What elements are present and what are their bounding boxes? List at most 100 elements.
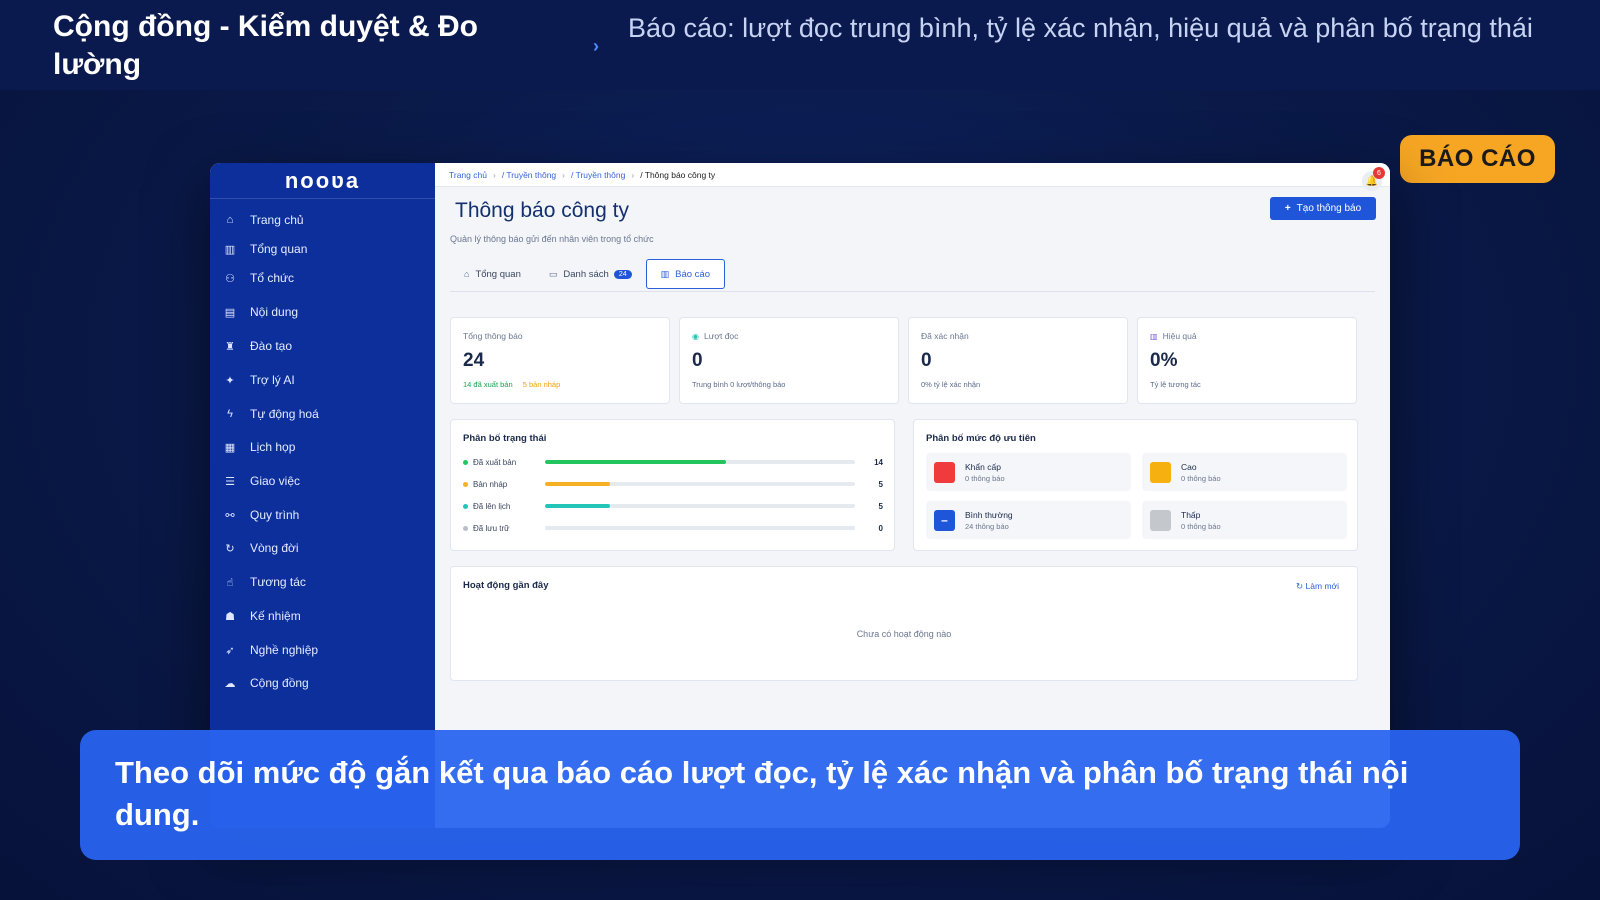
priority-card: Khẩn cấp 0 thông báo: [926, 453, 1131, 491]
home-icon: ⌂: [464, 269, 470, 279]
sidebar-item-label: Tự động hoá: [250, 407, 319, 421]
recent-activity-panel: Hoạt động gần đây ↻ Làm mới Chưa có hoạt…: [450, 566, 1358, 681]
stat-card-effectiveness: ▥ Hiệu quả 0% Tỷ lệ tương tác: [1137, 317, 1357, 404]
stat-note: 0% tỷ lệ xác nhận: [921, 380, 981, 389]
org-icon: ⚇: [225, 272, 235, 285]
priority-count: 24 thông báo: [965, 521, 1009, 531]
sidebar-item[interactable]: ϟ Tự động hoá: [222, 403, 319, 425]
sidebar-item-label: Trang chủ: [250, 213, 304, 227]
stat-value: 24: [463, 350, 485, 371]
chart-icon: ▥: [224, 243, 236, 256]
stat-value: 0%: [1150, 350, 1178, 371]
sidebar-item-label: Lịch họp: [250, 440, 296, 454]
priority-card: – Bình thường 24 thông báo: [926, 501, 1131, 539]
calendar-icon: ▦: [224, 441, 236, 454]
users-icon: ☗: [225, 610, 235, 623]
sidebar-item[interactable]: ↻ Vòng đời: [222, 537, 299, 559]
sidebar-item[interactable]: ♜ Đào tạo: [222, 335, 292, 357]
banner-subtitle: Báo cáo: lượt đọc trung bình, tỷ lệ xác …: [628, 13, 1533, 43]
rocket-icon: ➶: [225, 644, 235, 657]
tabs-divider: [450, 291, 1375, 292]
status-bar-track: [545, 526, 855, 530]
status-dot: [463, 525, 468, 531]
logo[interactable]: nooʋa: [210, 163, 435, 199]
status-dot: [463, 459, 468, 465]
tab-label: Tổng quan: [475, 268, 521, 280]
create-button-label: Tạo thông báo: [1296, 203, 1362, 214]
stat-card-total: Tổng thông báo 24 14 đã xuất bản 5 bản n…: [450, 317, 670, 404]
eye-icon: ◉: [692, 331, 699, 341]
bell-icon[interactable]: 🔔 6: [1362, 167, 1385, 191]
priority-name: Cao: [1181, 461, 1197, 472]
sidebar-item-label: Kế nhiệm: [250, 609, 301, 623]
main-content: Trang chủ › / Truyền thông › / Truyền th…: [435, 163, 1390, 828]
tab-list[interactable]: ▭ Danh sách 24: [535, 259, 646, 289]
sidebar-item-label: Quy trình: [250, 508, 300, 522]
status-bar-fill: [545, 482, 610, 486]
chevron-right-icon: ›: [593, 36, 599, 56]
sidebar-item[interactable]: ☁ Cộng đồng: [222, 672, 309, 694]
chart-icon: ▥: [1150, 331, 1158, 341]
refresh-icon: ↻: [1296, 581, 1304, 591]
sidebar-item[interactable]: ➶ Nghề nghiệp: [222, 639, 318, 661]
sidebar-item[interactable]: ☗ Kế nhiệm: [222, 605, 301, 627]
sidebar-item[interactable]: ▥ Tổng quan: [222, 238, 308, 260]
stat-label-text: Tổng thông báo: [463, 331, 523, 341]
breadcrumb-item-communications-sub[interactable]: / Truyền thông: [571, 170, 625, 180]
priority-swatch: [1150, 509, 1171, 531]
top-banner: Cộng đồng - Kiểm duyệt & Đo lường › Báo …: [0, 0, 1600, 90]
sidebar-item[interactable]: ☰ Giao việc: [222, 470, 300, 492]
stat-label: ◉ Lượt đọc: [692, 331, 886, 341]
sidebar-item[interactable]: ☝ Tương tác: [222, 571, 306, 593]
sidebar: nooʋa ⌂ Trang chủ ▥ Tổng quan ⚇ Tổ chức ▤ Nội d…: [210, 163, 435, 828]
sidebar-item[interactable]: ⌂ Trang chủ: [222, 209, 304, 231]
priority-swatch: [1150, 461, 1171, 483]
status-count: 0: [878, 523, 883, 533]
status-name: Bản nháp: [473, 479, 508, 489]
priority-count: 0 thông báo: [965, 473, 1005, 483]
status-name: Đã lưu trữ: [473, 523, 510, 533]
plus-icon: +: [1284, 203, 1291, 214]
sidebar-item[interactable]: ▤ Nội dung: [222, 301, 298, 323]
priority-name: Bình thường: [965, 509, 1013, 520]
create-announcement-button[interactable]: + Tạo thông báo: [1270, 197, 1376, 220]
priority-text: Khẩn cấp 0 thông báo: [965, 462, 1005, 483]
status-row: Đã xuất bản 14: [463, 456, 883, 468]
tab-bar: ⌂ Tổng quan ▭ Danh sách 24 ▥ Báo cáo: [450, 259, 725, 289]
stat-note: 14 đã xuất bản 5 bản nháp: [463, 380, 657, 389]
stat-card-confirmed: Đã xác nhận 0 0% tỷ lệ xác nhận: [908, 317, 1128, 404]
stat-label: Đã xác nhận: [921, 331, 1115, 341]
sparkle-icon: ✦: [225, 374, 235, 387]
sidebar-item[interactable]: ⚇ Tổ chức: [222, 267, 294, 289]
stat-value: 0: [692, 350, 703, 371]
status-count: 5: [878, 501, 883, 511]
sidebar-item[interactable]: ▦ Lịch họp: [222, 436, 296, 458]
sidebar-item[interactable]: ✦ Trợ lý AI: [222, 369, 294, 391]
sidebar-item[interactable]: ⚯ Quy trình: [222, 504, 299, 526]
status-name: Đã xuất bản: [473, 457, 517, 467]
status-name: Đã lên lịch: [473, 501, 511, 511]
sidebar-item-label: Tổng quan: [250, 242, 308, 256]
tab-label: Danh sách: [563, 268, 609, 280]
cycle-icon: ↻: [225, 542, 235, 555]
tab-report[interactable]: ▥ Báo cáo: [645, 259, 725, 289]
breadcrumb-item-communications[interactable]: / Truyền thông: [502, 170, 556, 180]
stat-label-text: Hiệu quả: [1162, 331, 1197, 341]
status-row: Đã lưu trữ 0: [463, 522, 883, 534]
refresh-button[interactable]: ↻ Làm mới: [1296, 581, 1339, 592]
graduation-icon: ♜: [225, 340, 235, 353]
report-badge: BÁO CÁO: [1400, 135, 1555, 183]
tab-overview[interactable]: ⌂ Tổng quan: [450, 259, 535, 289]
sidebar-item-label: Cộng đồng: [250, 676, 309, 690]
tab-label: Báo cáo: [675, 268, 710, 280]
sidebar-item-label: Vòng đời: [250, 541, 299, 555]
book-icon: ▤: [224, 306, 236, 319]
status-row: Đã lên lịch 5: [463, 500, 883, 512]
priority-text: Bình thường 24 thông báo: [965, 510, 1013, 531]
page-title: Thông báo công ty: [455, 199, 629, 222]
stat-label-text: Lượt đọc: [703, 331, 739, 341]
breadcrumb-item-home[interactable]: Trang chủ: [449, 170, 487, 180]
draft-note: 5 bản nháp: [522, 380, 561, 389]
breadcrumb-separator: ›: [562, 169, 565, 180]
sidebar-item-label: Đào tạo: [250, 339, 293, 353]
